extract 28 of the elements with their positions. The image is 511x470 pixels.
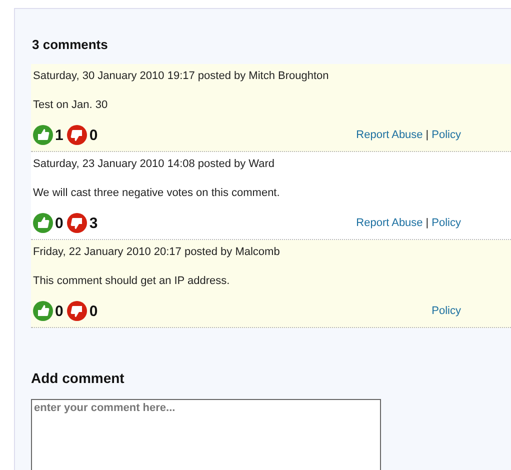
- policy-link[interactable]: Policy: [432, 129, 461, 141]
- link-separator: |: [426, 217, 429, 229]
- comment-meta: Saturday, 23 January 2010 14:08 posted by Ward: [33, 158, 276, 170]
- upvote-count: 0: [55, 302, 64, 320]
- policy-link[interactable]: Policy: [432, 305, 461, 317]
- downvote-count: 0: [89, 302, 98, 320]
- comment-field[interactable]: enter your comment here...: [31, 399, 381, 470]
- comment-text: Test on Jan. 30: [33, 99, 109, 111]
- policy-link[interactable]: Policy: [432, 217, 461, 229]
- downvote-count: 0: [89, 126, 98, 144]
- thumbs-down-icon[interactable]: [67, 125, 88, 145]
- downvote-count: 3: [89, 214, 98, 232]
- comments-heading: 3 comments: [32, 37, 109, 52]
- thumbs-up-icon[interactable]: [33, 213, 53, 233]
- add-comment-heading: Add comment: [31, 370, 126, 386]
- thumbs-up-icon[interactable]: [33, 301, 53, 321]
- comment-meta: Saturday, 30 January 2010 19:17 posted by Mitch Broughton: [33, 70, 330, 82]
- upvote-count: 0: [55, 214, 64, 232]
- thumbs-down-icon[interactable]: [67, 213, 88, 233]
- comment-meta: Friday, 22 January 2010 20:17 posted by Malcomb: [33, 246, 281, 258]
- thumbs-up-icon[interactable]: [33, 125, 53, 145]
- report-abuse-link[interactable]: Report Abuse: [356, 217, 423, 229]
- comment-text: This comment should get an IP address.: [33, 275, 231, 287]
- link-separator: |: [426, 129, 429, 141]
- upvote-count: 1: [55, 126, 64, 144]
- thumbs-down-icon[interactable]: [67, 301, 88, 321]
- report-abuse-link[interactable]: Report Abuse: [356, 129, 423, 141]
- comment-text: We will cast three negative votes on this comment.: [33, 187, 281, 199]
